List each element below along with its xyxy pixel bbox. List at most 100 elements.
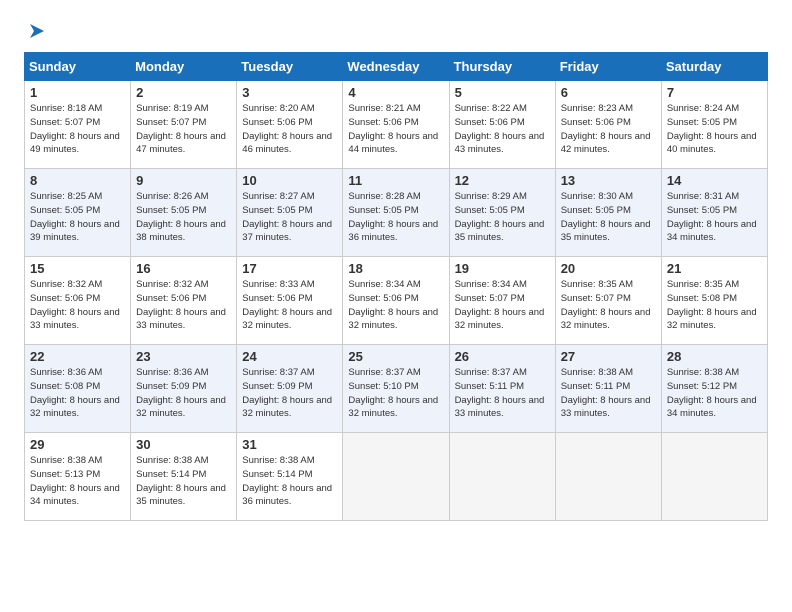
calendar-cell: 15 Sunrise: 8:32 AMSunset: 5:06 PMDayligh… xyxy=(25,257,131,345)
calendar-cell xyxy=(449,433,555,521)
day-number: 7 xyxy=(667,85,762,100)
calendar-day-header: Wednesday xyxy=(343,53,449,81)
calendar-week-row: 22 Sunrise: 8:36 AMSunset: 5:08 PMDayligh… xyxy=(25,345,768,433)
cell-content: Sunrise: 8:35 AMSunset: 5:08 PMDaylight:… xyxy=(667,278,762,333)
cell-content: Sunrise: 8:32 AMSunset: 5:06 PMDaylight:… xyxy=(136,278,231,333)
cell-content: Sunrise: 8:21 AMSunset: 5:06 PMDaylight:… xyxy=(348,102,443,157)
calendar-week-row: 8 Sunrise: 8:25 AMSunset: 5:05 PMDaylight… xyxy=(25,169,768,257)
calendar-cell: 19Sunrise: 8:34 AMSunset: 5:07 PMDayligh… xyxy=(449,257,555,345)
day-number: 10 xyxy=(242,173,337,188)
day-number: 3 xyxy=(242,85,337,100)
calendar-day-header: Tuesday xyxy=(237,53,343,81)
cell-content: Sunrise: 8:37 AMSunset: 5:09 PMDaylight:… xyxy=(242,366,337,421)
calendar-cell: 17Sunrise: 8:33 AMSunset: 5:06 PMDayligh… xyxy=(237,257,343,345)
day-number: 25 xyxy=(348,349,443,364)
day-number: 15 xyxy=(30,261,125,276)
cell-content: Sunrise: 8:29 AMSunset: 5:05 PMDaylight:… xyxy=(455,190,550,245)
day-number: 16 xyxy=(136,261,231,276)
day-number: 29 xyxy=(30,437,125,452)
cell-content: Sunrise: 8:28 AMSunset: 5:05 PMDaylight:… xyxy=(348,190,443,245)
calendar-cell: 28Sunrise: 8:38 AMSunset: 5:12 PMDayligh… xyxy=(661,345,767,433)
cell-content: Sunrise: 8:26 AMSunset: 5:05 PMDaylight:… xyxy=(136,190,231,245)
calendar-cell: 5 Sunrise: 8:22 AMSunset: 5:06 PMDaylight… xyxy=(449,81,555,169)
calendar-day-header: Thursday xyxy=(449,53,555,81)
calendar-cell: 29Sunrise: 8:38 AMSunset: 5:13 PMDayligh… xyxy=(25,433,131,521)
calendar-cell xyxy=(555,433,661,521)
cell-content: Sunrise: 8:20 AMSunset: 5:06 PMDaylight:… xyxy=(242,102,337,157)
day-number: 21 xyxy=(667,261,762,276)
cell-content: Sunrise: 8:35 AMSunset: 5:07 PMDaylight:… xyxy=(561,278,656,333)
calendar-cell: 30 Sunrise: 8:38 AMSunset: 5:14 PMDayligh… xyxy=(131,433,237,521)
calendar-cell: 8 Sunrise: 8:25 AMSunset: 5:05 PMDaylight… xyxy=(25,169,131,257)
calendar-day-header: Monday xyxy=(131,53,237,81)
calendar-cell: 18 Sunrise: 8:34 AMSunset: 5:06 PMDayligh… xyxy=(343,257,449,345)
calendar-cell: 1 Sunrise: 8:18 AMSunset: 5:07 PMDaylight… xyxy=(25,81,131,169)
calendar-cell: 11 Sunrise: 8:28 AMSunset: 5:05 PMDayligh… xyxy=(343,169,449,257)
calendar-week-row: 29Sunrise: 8:38 AMSunset: 5:13 PMDayligh… xyxy=(25,433,768,521)
calendar-cell: 14Sunrise: 8:31 AMSunset: 5:05 PMDayligh… xyxy=(661,169,767,257)
day-number: 12 xyxy=(455,173,550,188)
day-number: 17 xyxy=(242,261,337,276)
cell-content: Sunrise: 8:38 AMSunset: 5:11 PMDaylight:… xyxy=(561,366,656,421)
calendar-table: SundayMondayTuesdayWednesdayThursdayFrid… xyxy=(24,52,768,521)
calendar-cell: 7 Sunrise: 8:24 AMSunset: 5:05 PMDaylight… xyxy=(661,81,767,169)
day-number: 11 xyxy=(348,173,443,188)
day-number: 24 xyxy=(242,349,337,364)
cell-content: Sunrise: 8:25 AMSunset: 5:05 PMDaylight:… xyxy=(30,190,125,245)
calendar-week-row: 1 Sunrise: 8:18 AMSunset: 5:07 PMDaylight… xyxy=(25,81,768,169)
logo xyxy=(24,20,48,38)
cell-content: Sunrise: 8:30 AMSunset: 5:05 PMDaylight:… xyxy=(561,190,656,245)
calendar-cell: 9Sunrise: 8:26 AMSunset: 5:05 PMDaylight… xyxy=(131,169,237,257)
calendar-cell: 3 Sunrise: 8:20 AMSunset: 5:06 PMDaylight… xyxy=(237,81,343,169)
cell-content: Sunrise: 8:34 AMSunset: 5:06 PMDaylight:… xyxy=(348,278,443,333)
cell-content: Sunrise: 8:38 AMSunset: 5:14 PMDaylight:… xyxy=(136,454,231,509)
cell-content: Sunrise: 8:36 AMSunset: 5:08 PMDaylight:… xyxy=(30,366,125,421)
calendar-cell: 20Sunrise: 8:35 AMSunset: 5:07 PMDayligh… xyxy=(555,257,661,345)
calendar-day-header: Saturday xyxy=(661,53,767,81)
calendar-cell: 24 Sunrise: 8:37 AMSunset: 5:09 PMDayligh… xyxy=(237,345,343,433)
calendar-cell xyxy=(343,433,449,521)
day-number: 1 xyxy=(30,85,125,100)
calendar-cell: 31 Sunrise: 8:38 AMSunset: 5:14 PMDayligh… xyxy=(237,433,343,521)
calendar-header-row: SundayMondayTuesdayWednesdayThursdayFrid… xyxy=(25,53,768,81)
cell-content: Sunrise: 8:18 AMSunset: 5:07 PMDaylight:… xyxy=(30,102,125,157)
calendar-cell: 6 Sunrise: 8:23 AMSunset: 5:06 PMDaylight… xyxy=(555,81,661,169)
day-number: 13 xyxy=(561,173,656,188)
calendar-cell: 10 Sunrise: 8:27 AMSunset: 5:05 PMDayligh… xyxy=(237,169,343,257)
day-number: 2 xyxy=(136,85,231,100)
calendar-cell: 13 Sunrise: 8:30 AMSunset: 5:05 PMDayligh… xyxy=(555,169,661,257)
day-number: 27 xyxy=(561,349,656,364)
calendar-cell: 23Sunrise: 8:36 AMSunset: 5:09 PMDayligh… xyxy=(131,345,237,433)
day-number: 30 xyxy=(136,437,231,452)
day-number: 14 xyxy=(667,173,762,188)
day-number: 28 xyxy=(667,349,762,364)
calendar-day-header: Friday xyxy=(555,53,661,81)
day-number: 19 xyxy=(455,261,550,276)
calendar-cell: 4 Sunrise: 8:21 AMSunset: 5:06 PMDaylight… xyxy=(343,81,449,169)
day-number: 22 xyxy=(30,349,125,364)
calendar-cell: 26 Sunrise: 8:37 AMSunset: 5:11 PMDayligh… xyxy=(449,345,555,433)
cell-content: Sunrise: 8:24 AMSunset: 5:05 PMDaylight:… xyxy=(667,102,762,157)
cell-content: Sunrise: 8:37 AMSunset: 5:11 PMDaylight:… xyxy=(455,366,550,421)
day-number: 31 xyxy=(242,437,337,452)
calendar-cell: 25Sunrise: 8:37 AMSunset: 5:10 PMDayligh… xyxy=(343,345,449,433)
day-number: 6 xyxy=(561,85,656,100)
day-number: 18 xyxy=(348,261,443,276)
day-number: 26 xyxy=(455,349,550,364)
cell-content: Sunrise: 8:19 AMSunset: 5:07 PMDaylight:… xyxy=(136,102,231,157)
cell-content: Sunrise: 8:36 AMSunset: 5:09 PMDaylight:… xyxy=(136,366,231,421)
calendar-cell: 22 Sunrise: 8:36 AMSunset: 5:08 PMDayligh… xyxy=(25,345,131,433)
cell-content: Sunrise: 8:27 AMSunset: 5:05 PMDaylight:… xyxy=(242,190,337,245)
cell-content: Sunrise: 8:23 AMSunset: 5:06 PMDaylight:… xyxy=(561,102,656,157)
calendar-cell: 16 Sunrise: 8:32 AMSunset: 5:06 PMDayligh… xyxy=(131,257,237,345)
page: SundayMondayTuesdayWednesdayThursdayFrid… xyxy=(0,0,792,537)
day-number: 8 xyxy=(30,173,125,188)
logo-arrow-icon xyxy=(26,20,48,42)
cell-content: Sunrise: 8:38 AMSunset: 5:14 PMDaylight:… xyxy=(242,454,337,509)
calendar-cell: 2 Sunrise: 8:19 AMSunset: 5:07 PMDaylight… xyxy=(131,81,237,169)
cell-content: Sunrise: 8:22 AMSunset: 5:06 PMDaylight:… xyxy=(455,102,550,157)
day-number: 4 xyxy=(348,85,443,100)
cell-content: Sunrise: 8:32 AMSunset: 5:06 PMDaylight:… xyxy=(30,278,125,333)
calendar-cell: 12 Sunrise: 8:29 AMSunset: 5:05 PMDayligh… xyxy=(449,169,555,257)
day-number: 5 xyxy=(455,85,550,100)
